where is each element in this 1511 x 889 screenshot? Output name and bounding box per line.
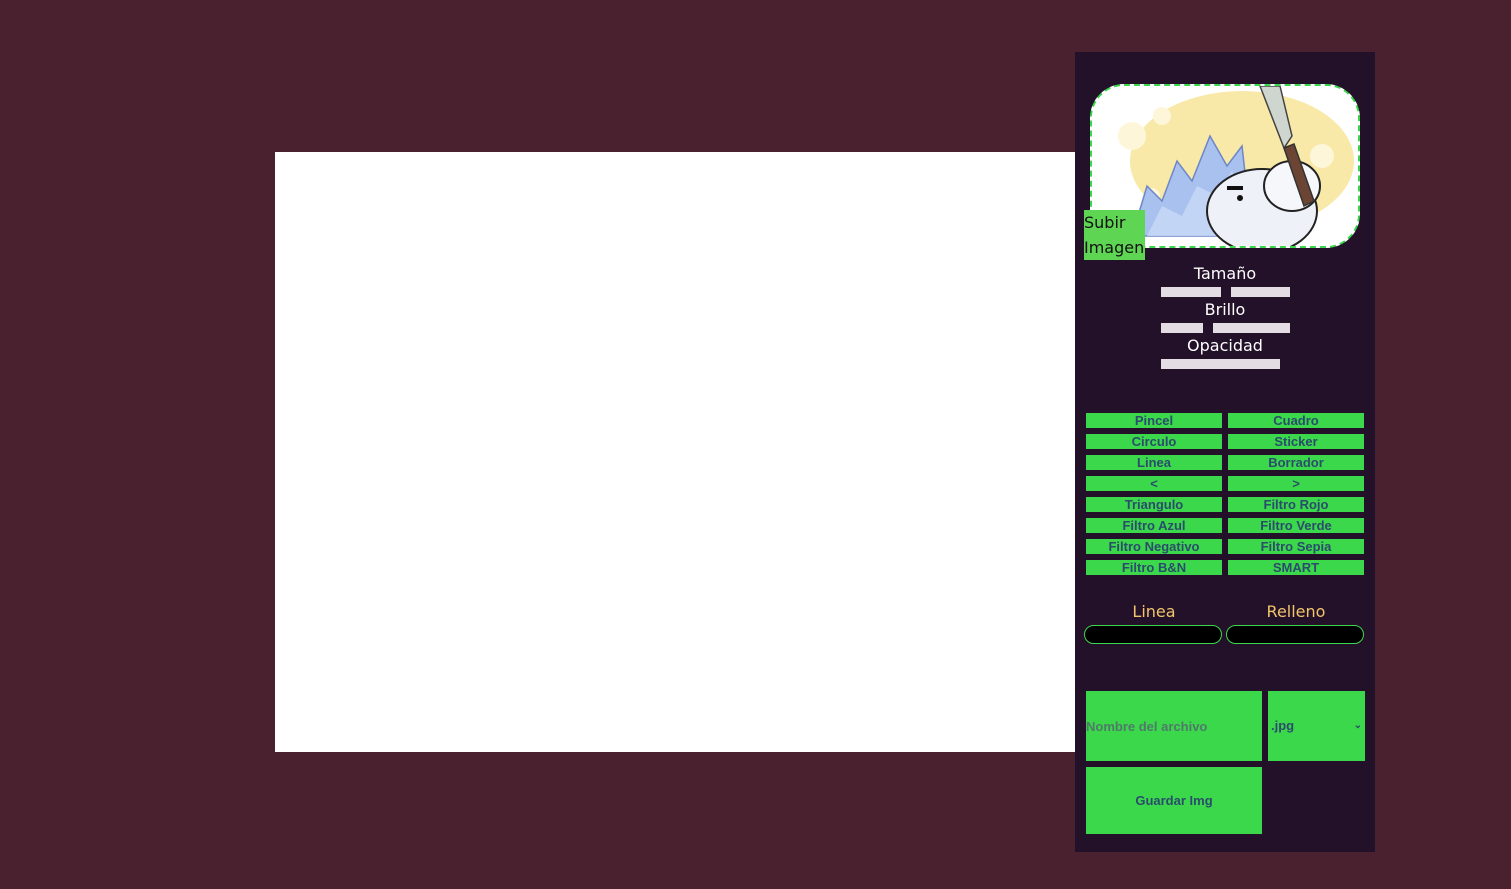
filtro-bn-button[interactable]: Filtro B&N — [1086, 560, 1222, 575]
smart-button[interactable]: SMART — [1228, 560, 1364, 575]
opacity-slider-label: Opacidad — [1187, 336, 1263, 355]
opacity-slider[interactable] — [1161, 359, 1290, 369]
line-color-label: Linea — [1132, 602, 1176, 621]
size-slider-thumb[interactable] — [1221, 287, 1231, 297]
tools-panel: Subir Imagen Tamaño Brillo Opacidad Pinc… — [1075, 52, 1375, 852]
size-slider[interactable] — [1161, 287, 1290, 297]
cuadro-button[interactable]: Cuadro — [1228, 413, 1364, 428]
circulo-button[interactable]: Circulo — [1086, 434, 1222, 449]
filtro-verde-button[interactable]: Filtro Verde — [1228, 518, 1364, 533]
borrador-button[interactable]: Borrador — [1228, 455, 1364, 470]
upload-label-line2: Imagen — [1084, 238, 1145, 257]
triangulo-button[interactable]: Triangulo — [1086, 497, 1222, 512]
save-image-button[interactable]: Guardar Img — [1086, 767, 1262, 834]
format-select[interactable]: .jpg ⌄ — [1268, 691, 1365, 761]
filtro-rojo-button[interactable]: Filtro Rojo — [1228, 497, 1364, 512]
upload-label-line1: Subir — [1084, 213, 1126, 232]
filtro-negativo-button[interactable]: Filtro Negativo — [1086, 539, 1222, 554]
pincel-button[interactable]: Pincel — [1086, 413, 1222, 428]
brightness-slider-track — [1161, 323, 1290, 333]
brightness-slider-thumb[interactable] — [1203, 323, 1213, 333]
filename-input[interactable] — [1086, 691, 1262, 761]
opacity-slider-track — [1161, 359, 1290, 369]
filtro-azul-button[interactable]: Filtro Azul — [1086, 518, 1222, 533]
fill-color-label: Relleno — [1266, 602, 1326, 621]
brightness-slider-label: Brillo — [1204, 300, 1246, 319]
filtro-sepia-button[interactable]: Filtro Sepia — [1228, 539, 1364, 554]
format-selected-value: .jpg — [1271, 718, 1295, 733]
line-color-input[interactable] — [1084, 625, 1222, 644]
opacity-slider-thumb[interactable] — [1280, 359, 1290, 369]
drawing-canvas[interactable] — [275, 152, 1075, 752]
undo-button[interactable]: < — [1086, 476, 1222, 491]
brightness-slider[interactable] — [1161, 323, 1290, 333]
redo-button[interactable]: > — [1228, 476, 1364, 491]
sticker-button[interactable]: Sticker — [1228, 434, 1364, 449]
linea-button[interactable]: Linea — [1086, 455, 1222, 470]
chevron-down-icon: ⌄ — [1353, 720, 1362, 731]
fill-color-input[interactable] — [1226, 625, 1364, 644]
size-slider-label: Tamaño — [1193, 264, 1257, 283]
upload-image-button[interactable]: Subir Imagen — [1084, 210, 1145, 260]
